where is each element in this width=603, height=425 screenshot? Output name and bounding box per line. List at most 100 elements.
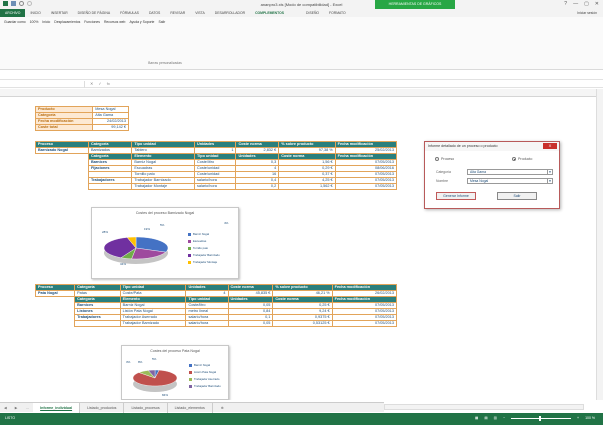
dialog-titlebar: Informe detallado de un proceso o produc… [425,142,559,151]
tab-archivo[interactable]: ARCHIVO [0,9,26,17]
prev-sheet-icon[interactable]: ◀ [0,406,11,410]
process1-table: Proceso Categoría Tipo unidad Unidades Coste… [35,141,398,190]
legend-swatch [188,260,191,264]
radio-producto[interactable]: Producto [512,157,532,161]
dialog-title: Informe detallado de un proceso o produc… [428,144,498,148]
custom-toolbar: Guardar como 100% Inicio Desplazamientos… [4,20,165,24]
tab-insertar[interactable]: INSERTAR [46,9,73,17]
chart-tools-label: HERRAMIENTAS DE GRÁFICOS [375,0,455,9]
slice-label: 28% [102,230,109,234]
legend-item: Barniz Nogal [188,232,220,236]
slice-label: 3% [126,360,131,364]
zoom-out-icon[interactable]: − [503,416,505,420]
enter-icon[interactable]: ✓ [98,81,101,86]
generate-report-button[interactable]: Generar Informe [436,192,476,200]
tab-formulas[interactable]: FÓRMULAS [115,9,144,17]
legend-swatch [189,384,192,388]
tab-datos[interactable]: DATOS [144,9,165,17]
sheet-tab-listado-productos[interactable]: Listado_productos [80,402,125,413]
sheet-tab-listado-elementos[interactable]: Listado_elementos [168,402,213,413]
maximize-icon[interactable]: ▢ [584,1,589,7]
dialog-close-button[interactable]: X [543,143,557,149]
close-icon[interactable]: ✕ [595,1,599,7]
nombre-label: Nombre [436,179,449,183]
page-layout-icon[interactable]: ▤ [484,416,487,420]
title-bar: ananpro3.xls [Modo de compatibilidad] - … [0,0,603,9]
legend-item: Barniz Nogal [189,363,221,367]
toolbar-recursos-web[interactable]: Recursos web [104,20,125,24]
legend-item: Trabajador Montaje [188,260,220,264]
zoom-slider[interactable] [511,415,572,421]
next-sheet-icon[interactable]: ▶ [11,406,22,410]
radio-unchecked-icon [435,157,439,161]
minimize-icon[interactable]: — [573,1,578,7]
categoria-select[interactable]: Alta Gama ▼ [467,169,553,175]
toolbar-salir[interactable]: Salir [158,20,165,24]
legend-swatch [189,377,192,381]
toolbar-save-as[interactable]: Guardar como [4,20,26,24]
sheet-tab-listado-procesos[interactable]: Listado_procesos [124,402,168,413]
slice-label: 84% [162,393,169,397]
ribbon-tabs: ARCHIVO INICIO INSERTAR DISEÑO DE PÁGINA… [0,9,603,17]
toolbar-desplazamientos[interactable]: Desplazamientos [54,20,80,24]
toolbar-ayuda[interactable]: Ayuda y Soporte [129,20,154,24]
summary-table: Producto Mesa Nogal Categoría Alta Gama Fe… [34,106,129,131]
zoom-in-icon[interactable]: + [577,416,579,420]
window-controls: ? — ▢ ✕ [564,1,599,7]
table-row: Coste total 99,142 € [34,124,129,131]
status-bar: LISTO ▦ ▤ ▥ − + 100 % [0,413,603,425]
toolbar-inicio[interactable]: Inicio [42,20,50,24]
chart-legend: Barniz Nogal Listón Pata Nogal Trabajado… [189,363,221,391]
cancel-icon[interactable]: ✕ [90,81,93,86]
horizontal-scrollbar[interactable] [384,404,584,410]
process1-pie-chart[interactable]: Costes del proceso Barnizado Nogal 28% 1… [91,207,239,279]
slice-label: 8% [138,360,143,364]
formula-bar: ✕ ✓ fx [0,79,603,88]
process2-table: Proceso Categoría Tipo unidad Unidades Coste… [34,284,398,327]
zoom-slider-knob[interactable] [539,415,542,421]
chevron-down-icon: ▼ [547,179,552,184]
report-dialog[interactable]: Informe detallado de un proceso o produc… [424,141,560,209]
process2-pie-chart[interactable]: Costes del proceso Pata Nogal 3% 8% 5% 8… [121,345,229,400]
tab-complementos[interactable]: COMPLEMENTOS [250,9,289,17]
legend-item: Trabajador Barnizado [189,384,221,388]
ribbon-panel: Guardar como 100% Inicio Desplazamientos… [0,17,603,70]
legend-item: Tornillo pato [188,246,220,250]
toolbar-zoom[interactable]: 100% [30,20,39,24]
legend-item: Trabajador Barnizado [188,253,220,257]
normal-view-icon[interactable]: ▦ [475,416,478,420]
toolbar-funciones[interactable]: Funciones [84,20,100,24]
page-break-icon[interactable]: ▥ [494,416,497,420]
zoom-level[interactable]: 100 % [585,416,595,420]
nombre-select[interactable]: Mesa Nogal ▼ [467,178,553,184]
tab-formato[interactable]: FORMATO [324,9,351,17]
legend-swatch [189,363,192,367]
tab-inicio[interactable]: INICIO [25,9,45,17]
legend-item: Trabajador Aserrado [189,377,221,381]
table-row: Trabajador Montaje salario/hora 0,2 1,562 €… [36,183,398,190]
fx-icon[interactable]: fx [107,81,110,86]
slice-label: 19% [144,227,151,231]
slice-label: 34% [120,262,127,266]
vertical-scrollbar[interactable] [596,89,603,400]
sheet-tab-informe-individual[interactable]: Informe_individual [33,402,81,413]
tab-diseno-pagina[interactable]: DISEÑO DE PÁGINA [73,9,115,17]
exit-button[interactable]: Salir [497,192,537,200]
slice-label: 5% [160,223,165,227]
help-icon[interactable]: ? [564,1,567,7]
legend-swatch [188,239,191,243]
categoria-label: Categoría [436,170,451,174]
radio-proceso[interactable]: Proceso [435,157,454,161]
tab-vista[interactable]: VISTA [190,9,210,17]
tab-desarrollador[interactable]: DESARROLLADOR [210,9,250,17]
legend-swatch [188,246,191,250]
more-sheets-icon[interactable]: … [22,406,34,410]
add-sheet-icon[interactable]: ⊕ [213,406,232,410]
tab-revisar[interactable]: REVISAR [165,9,190,17]
legend-swatch [188,253,191,257]
slice-label: 5% [152,357,157,361]
sign-in-link[interactable]: Iniciar sesión [577,11,597,15]
tab-diseno[interactable]: DISEÑO [301,9,324,17]
name-box[interactable] [0,81,85,88]
legend-item: Listón Pata Nogal [189,370,221,374]
